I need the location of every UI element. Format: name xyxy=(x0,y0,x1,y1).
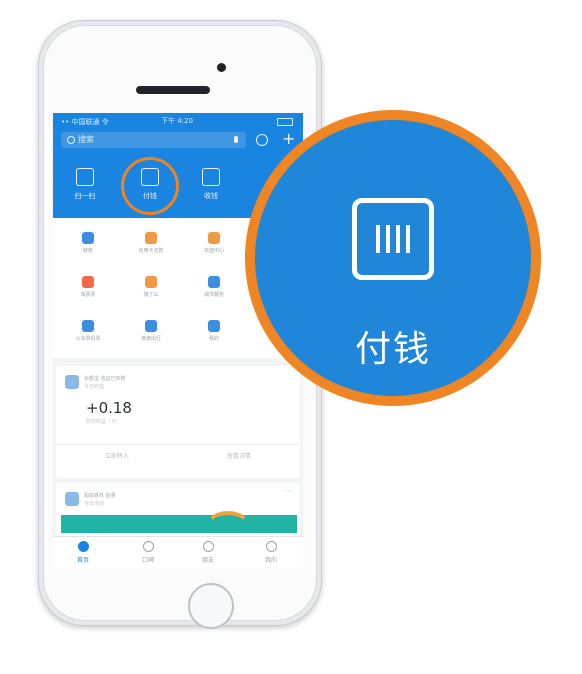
grid-item-label: 淘票票 xyxy=(80,292,96,298)
yuebao-icon xyxy=(65,375,79,389)
pay-highlight-ring xyxy=(121,157,179,215)
more-icon xyxy=(208,320,220,332)
search-icon xyxy=(67,136,75,144)
balance-card[interactable]: 余额宝 收益已到账 今日收益 +0.18 昨日收益（元） 立即转入 查看详情 xyxy=(56,366,300,478)
search-input[interactable]: 搜索 xyxy=(61,132,246,148)
card-title: 蚂蚁森林 能量 xyxy=(84,493,116,499)
divider xyxy=(56,444,300,445)
promo-banner[interactable] xyxy=(61,515,297,533)
ticket-icon xyxy=(82,276,94,288)
tab-me[interactable]: 我的 xyxy=(251,541,291,564)
me-icon xyxy=(265,541,277,552)
details-button[interactable]: 查看详情 xyxy=(178,451,300,460)
grid-item[interactable]: 转账 xyxy=(68,232,108,254)
card-subtitle: 今日活动 xyxy=(84,501,105,507)
home-button[interactable] xyxy=(188,583,234,629)
receive-label: 收钱 xyxy=(204,192,218,200)
receive-button[interactable]: 收钱 xyxy=(189,168,233,201)
grid-item[interactable]: 信用卡还款 xyxy=(131,232,171,254)
earpiece-speaker xyxy=(136,86,210,94)
scan-icon xyxy=(76,168,94,186)
status-bar: •• 中国联通 令 下午 4:20 xyxy=(61,117,295,126)
tab-home[interactable]: 首页 xyxy=(63,541,103,564)
search-placeholder: 搜索 xyxy=(78,135,94,144)
barcode-icon xyxy=(352,198,434,280)
magnified-pay-button[interactable]: 付钱 xyxy=(245,110,541,406)
carrier-label: •• 中国联通 令 xyxy=(61,118,109,126)
grid-item-label: 充值中心 xyxy=(203,248,224,254)
tab-label: 首页 xyxy=(76,557,89,564)
grid-item[interactable]: 饿了么 xyxy=(131,276,171,298)
grid-item-label: 滴滴出行 xyxy=(140,336,161,342)
add-icon[interactable]: + xyxy=(282,131,295,147)
forest-icon xyxy=(65,492,79,506)
front-camera xyxy=(217,63,226,72)
grid-item[interactable]: 淘票票 xyxy=(68,276,108,298)
bottom-tab-bar: 首页 口碑 朋友 我的 xyxy=(53,536,303,568)
pay-label-large: 付钱 xyxy=(354,329,431,370)
tab-label: 口碑 xyxy=(141,557,154,564)
grid-item-label: 火车票机票 xyxy=(75,336,101,342)
contacts-icon[interactable] xyxy=(256,134,268,146)
grid-item[interactable]: 我的 xyxy=(194,320,234,342)
earnings-amount: +0.18 xyxy=(86,399,132,417)
earnings-caption: 昨日收益（元） xyxy=(86,419,122,425)
scan-button[interactable]: 扫一扫 xyxy=(63,168,107,201)
card-title: 余额宝 收益已到账 xyxy=(84,376,126,382)
status-time: 下午 4:20 xyxy=(161,117,193,125)
card-icon xyxy=(145,232,157,244)
tab-friends[interactable]: 朋友 xyxy=(188,541,228,564)
tab-label: 我的 xyxy=(264,557,277,564)
phone-icon xyxy=(208,232,220,244)
train-icon xyxy=(82,320,94,332)
transfer-in-button[interactable]: 立即转入 xyxy=(56,451,178,460)
card-subtitle: 今日收益 xyxy=(84,384,105,390)
friends-icon xyxy=(202,541,214,552)
transfer-icon xyxy=(82,232,94,244)
car-icon xyxy=(145,320,157,332)
grid-item[interactable]: 火车票机票 xyxy=(68,320,108,342)
tab-label: 朋友 xyxy=(201,557,214,564)
grid-item[interactable]: 城市服务 xyxy=(194,276,234,298)
grid-item-label: 城市服务 xyxy=(203,292,224,298)
scan-label: 扫一扫 xyxy=(74,192,96,200)
more-menu-icon[interactable]: ··· xyxy=(284,487,292,496)
tab-koubei[interactable]: 口碑 xyxy=(128,541,168,564)
grid-item-label: 我的 xyxy=(208,336,219,342)
battery-icon xyxy=(277,118,293,126)
koubei-icon xyxy=(142,541,154,552)
receive-icon xyxy=(202,168,220,186)
barcode-lines xyxy=(376,225,410,253)
city-icon xyxy=(208,276,220,288)
grid-item[interactable]: 充值中心 xyxy=(194,232,234,254)
food-icon xyxy=(145,276,157,288)
home-icon xyxy=(77,541,89,552)
grid-item-label: 饿了么 xyxy=(143,292,159,298)
microphone-icon[interactable] xyxy=(234,136,238,143)
forest-card[interactable]: 蚂蚁森林 能量 今日活动 ··· xyxy=(56,483,300,543)
grid-item[interactable]: 滴滴出行 xyxy=(131,320,171,342)
grid-item-label: 转账 xyxy=(82,248,93,254)
grid-item-label: 信用卡还款 xyxy=(138,248,164,254)
